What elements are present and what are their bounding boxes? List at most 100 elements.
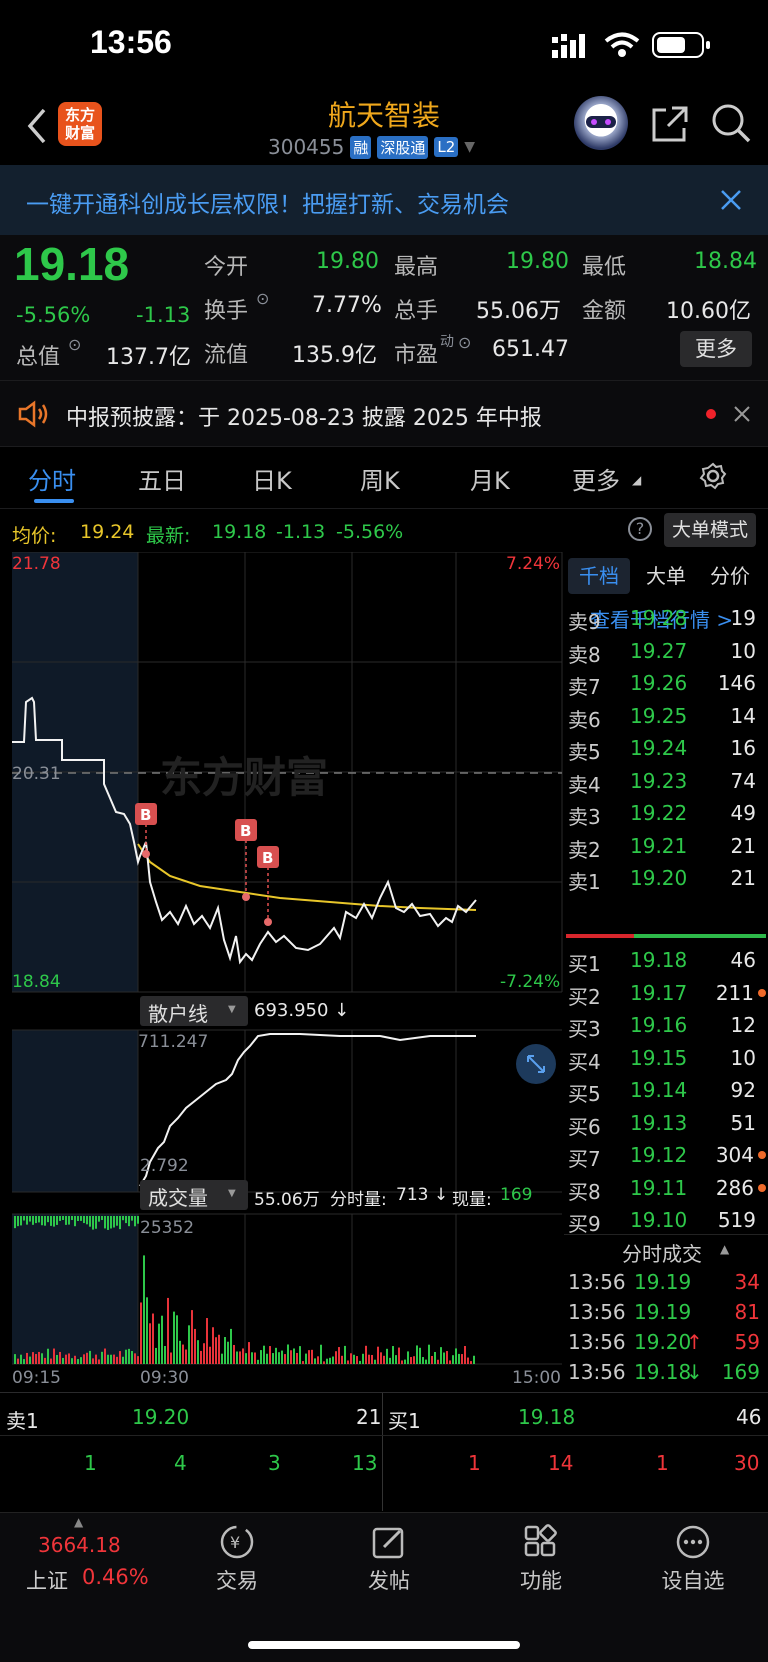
- nav-trade[interactable]: 交易: [182, 1565, 292, 1595]
- close-icon[interactable]: [720, 189, 742, 211]
- intraday-chart[interactable]: 东方财富 BBB 21.78 18.84 7.24% -7.24% 20.31 …: [0, 552, 564, 1392]
- amount-value: 10.60亿: [666, 299, 751, 324]
- bid-row[interactable]: 买7 19.12 304: [564, 1139, 768, 1171]
- nav-add-watchlist[interactable]: 设自选: [638, 1565, 748, 1595]
- bid-row[interactable]: 买2 19.17 211: [564, 977, 768, 1009]
- share-icon[interactable]: [650, 104, 690, 144]
- more-button[interactable]: 更多: [680, 331, 752, 367]
- book-level-label: 买8: [568, 1179, 601, 1204]
- ask-row[interactable]: 卖6 19.25 14: [564, 700, 768, 732]
- gear-icon[interactable]: [698, 461, 728, 491]
- trade-icon[interactable]: ¥: [218, 1523, 256, 1561]
- book-price: 19.21: [630, 833, 688, 858]
- bid-row[interactable]: 买1 19.18 46: [564, 944, 768, 976]
- svg-text:B: B: [262, 849, 273, 867]
- unread-dot: [706, 409, 716, 419]
- book-price: 19.18: [630, 948, 688, 972]
- volume-now-value: 169: [500, 1185, 533, 1205]
- trade-price: 19.20: [634, 1330, 692, 1354]
- retail-selector[interactable]: 散户线 ▼: [140, 996, 248, 1026]
- bid-row[interactable]: 买4 19.15 10: [564, 1042, 768, 1074]
- book-volume: 46: [730, 948, 756, 972]
- book-tab-price-dist[interactable]: 分价: [710, 558, 750, 594]
- index-pct[interactable]: 0.46%: [82, 1565, 149, 1589]
- axis-prev-close: 20.31: [12, 764, 61, 784]
- ask-row[interactable]: 卖5 19.24 16: [564, 732, 768, 764]
- ask-row[interactable]: 卖3 19.22 49: [564, 797, 768, 829]
- index-name[interactable]: 上证: [26, 1565, 68, 1595]
- book-tab-big-order[interactable]: 大单: [646, 558, 686, 594]
- info-icon[interactable]: ⊙: [68, 335, 81, 354]
- big-order-mode-button[interactable]: 大单模式: [664, 513, 756, 547]
- book-volume: 146: [717, 671, 756, 695]
- tab-monthly-k[interactable]: 月K: [470, 461, 510, 496]
- book-price: 19.27: [630, 638, 688, 663]
- robot-avatar-icon[interactable]: [574, 96, 628, 150]
- volume-now-label: 现量:: [452, 1190, 492, 1210]
- big-order-dot: [758, 1151, 766, 1159]
- trade-time: 13:56: [568, 1330, 626, 1354]
- search-icon[interactable]: [710, 102, 752, 144]
- book-volume: 19: [730, 606, 756, 630]
- order-book: 千档 大单 分价 查看千档行情 > 卖9 19.28 19 卖8 19.27 10 卖7 19…: [564, 552, 768, 1392]
- trade-volume: 59: [734, 1330, 760, 1354]
- tab-more[interactable]: 更多: [572, 461, 620, 496]
- bid-row[interactable]: 买3 19.16 12: [564, 1009, 768, 1041]
- dropdown-arrow-icon[interactable]: ▼: [464, 139, 475, 155]
- tab-five-day[interactable]: 五日: [138, 461, 186, 496]
- function-icon[interactable]: [522, 1523, 560, 1561]
- tab-intraday[interactable]: 分时: [28, 461, 76, 496]
- book-level-label: 卖3: [568, 805, 601, 829]
- watchlist-icon[interactable]: [674, 1523, 712, 1561]
- chart-canvas[interactable]: 东方财富 BBB: [0, 552, 564, 1392]
- trade-time: 13:56: [568, 1360, 626, 1384]
- chart-tabs: 分时 五日 日K 周K 月K 更多 ◢: [0, 446, 768, 508]
- trade-direction: ↑: [686, 1330, 703, 1354]
- close-icon[interactable]: [734, 406, 750, 422]
- ask-row[interactable]: 卖9 19.28 19: [564, 602, 768, 634]
- bid-row[interactable]: 买5 19.14 92: [564, 1074, 768, 1106]
- label-float-value: 流值: [204, 343, 249, 368]
- book-volume: 51: [730, 1110, 756, 1135]
- promo-banner[interactable]: 一键开通科创成长层权限！把握打新、交易机会: [0, 165, 768, 235]
- svg-text:¥: ¥: [230, 1533, 240, 1552]
- expand-up-icon[interactable]: ▲: [74, 1515, 83, 1529]
- sell1-vol: 21: [356, 1405, 382, 1429]
- retail-line: [139, 1033, 476, 1187]
- bid-row[interactable]: 买6 19.13 51: [564, 1107, 768, 1139]
- chevron-down-icon: ◢: [632, 473, 642, 487]
- banner-text[interactable]: 一键开通科创成长层权限！把握打新、交易机会: [26, 185, 509, 219]
- book-level-label: 买6: [568, 1114, 601, 1139]
- nav-post[interactable]: 发帖: [334, 1565, 444, 1595]
- ask-row[interactable]: 卖4 19.23 74: [564, 765, 768, 797]
- tab-weekly-k[interactable]: 周K: [360, 461, 400, 496]
- volume-selector[interactable]: 成交量 ▼: [140, 1180, 248, 1210]
- nav-function[interactable]: 功能: [486, 1565, 596, 1595]
- wifi-icon: [604, 32, 640, 57]
- tab-daily-k[interactable]: 日K: [252, 461, 292, 496]
- sell-queue-item: 13: [352, 1451, 378, 1475]
- latest-label: 最新:: [146, 525, 191, 547]
- book-volume: 16: [730, 736, 756, 760]
- post-icon[interactable]: [370, 1523, 408, 1561]
- chevron-up-icon[interactable]: ▲: [720, 1242, 729, 1256]
- time-start: 09:15: [12, 1368, 61, 1388]
- ask-row[interactable]: 卖1 19.20 21: [564, 862, 768, 894]
- ask-row[interactable]: 卖7 19.26 146: [564, 667, 768, 699]
- bid-row[interactable]: 买9 19.10 519: [564, 1204, 768, 1236]
- book-tab-depth[interactable]: 千档: [568, 558, 630, 594]
- tab-indicator: [34, 499, 74, 503]
- notice-bar[interactable]: 中报预披露：于 2025-08-23 披露 2025 年中报: [0, 380, 768, 446]
- book-price: 19.13: [630, 1110, 688, 1135]
- help-icon[interactable]: ?: [628, 517, 652, 541]
- notice-text[interactable]: 中报预披露：于 2025-08-23 披露 2025 年中报: [66, 400, 542, 432]
- index-value[interactable]: 3664.18: [38, 1533, 121, 1557]
- bid-row[interactable]: 买8 19.11 286: [564, 1172, 768, 1204]
- volume-value: 55.06万: [476, 299, 561, 324]
- ask-row[interactable]: 卖8 19.27 10: [564, 635, 768, 667]
- ask-row[interactable]: 卖2 19.21 21: [564, 830, 768, 862]
- trades-title[interactable]: 分时成交: [622, 1238, 702, 1267]
- book-level-label: 买5: [568, 1082, 601, 1106]
- info-icon[interactable]: ⊙: [458, 333, 471, 352]
- info-icon[interactable]: ⊙: [256, 289, 269, 308]
